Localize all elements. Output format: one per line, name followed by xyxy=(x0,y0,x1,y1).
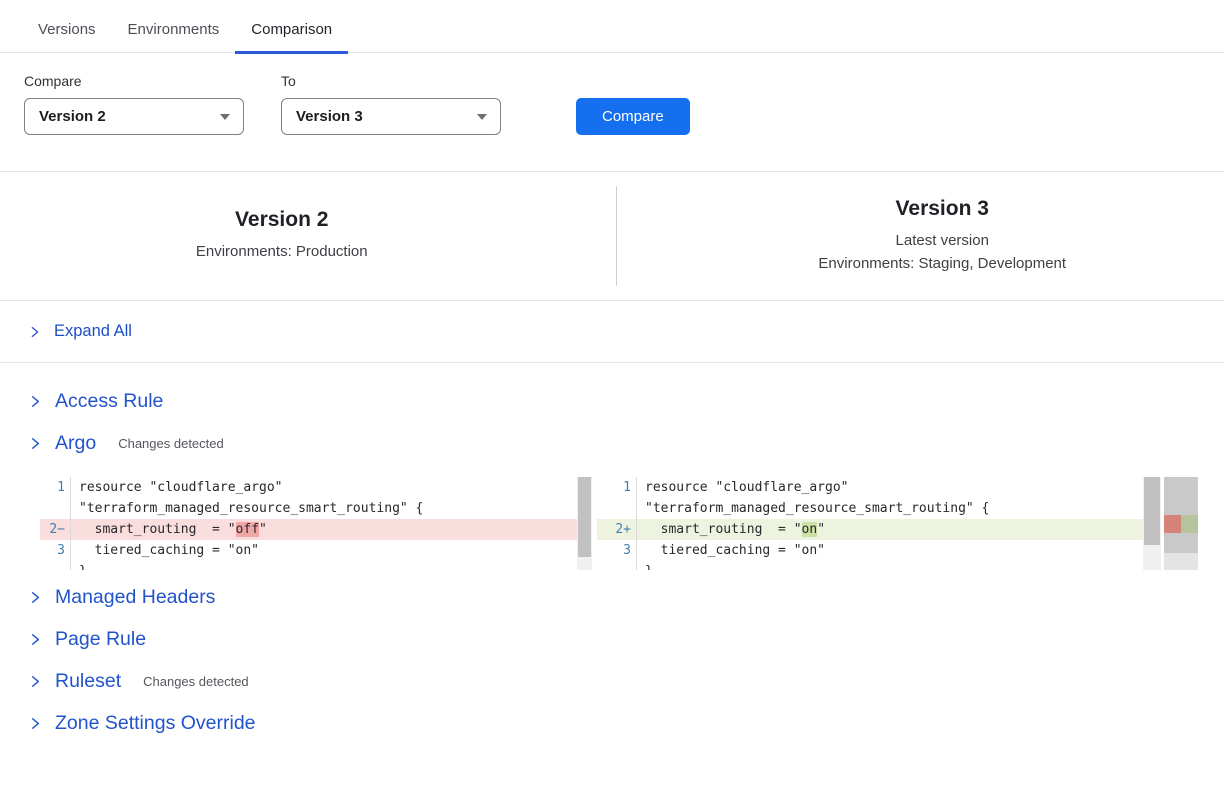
expand-all-button[interactable]: Expand All xyxy=(0,301,1224,363)
line-number: 1 xyxy=(40,477,71,498)
changes-detected-badge: Changes detected xyxy=(143,674,249,689)
diff-pane-left: 1 resource "cloudflare_argo" "terraform_… xyxy=(40,477,592,570)
line-number xyxy=(40,561,71,570)
tab-environments[interactable]: Environments xyxy=(112,21,236,54)
section-label: Managed Headers xyxy=(55,586,215,609)
code-line: } xyxy=(40,561,577,570)
tab-comparison[interactable]: Comparison xyxy=(235,21,348,54)
compare-to-value: Version 3 xyxy=(296,108,363,125)
diff-pane-right: 1 resource "cloudflare_argo" "terraform_… xyxy=(597,477,1161,570)
version-right-latest: Latest version xyxy=(661,229,1224,252)
scrollbar-track xyxy=(577,477,592,570)
version-left-title: Version 2 xyxy=(0,208,564,232)
chevron-right-icon xyxy=(28,674,43,689)
version-headers: Version 2 Environments: Production Versi… xyxy=(0,172,1224,300)
diff-overview-minimap[interactable] xyxy=(1164,477,1198,570)
chevron-right-icon xyxy=(28,632,43,647)
chevron-right-icon xyxy=(28,325,42,339)
compare-from-field: Compare Version 2 xyxy=(24,73,244,135)
code-line: "terraform_managed_resource_smart_routin… xyxy=(40,498,577,519)
section-argo[interactable]: Argo Changes detected xyxy=(28,431,1224,455)
section-zone-settings-override[interactable]: Zone Settings Override xyxy=(28,711,1224,735)
compare-from-select[interactable]: Version 2 xyxy=(24,98,244,135)
code-line: 3 tiered_caching = "on" xyxy=(40,540,577,561)
chevron-right-icon xyxy=(28,590,43,605)
tab-versions[interactable]: Versions xyxy=(22,21,112,54)
resource-sections: Access Rule Argo Changes detected 1 reso… xyxy=(0,389,1224,735)
code-line-removed: 2− smart_routing = "off" xyxy=(40,519,577,540)
line-number xyxy=(597,561,637,570)
line-number: 3 xyxy=(597,540,637,561)
section-label: Ruleset xyxy=(55,670,121,693)
section-label: Page Rule xyxy=(55,628,146,651)
version-right-header: Version 3 Latest version Environments: S… xyxy=(617,197,1224,276)
line-number xyxy=(597,498,637,519)
line-number: 2+ xyxy=(597,519,637,540)
line-number xyxy=(40,498,71,519)
line-number: 1 xyxy=(597,477,637,498)
argo-diff-viewer: 1 resource "cloudflare_argo" "terraform_… xyxy=(40,477,1224,570)
version-left-environments: Environments: Production xyxy=(0,240,564,263)
scrollbar-track xyxy=(1143,477,1161,570)
version-right-environments: Environments: Staging, Development xyxy=(661,252,1224,275)
expand-all-label: Expand All xyxy=(54,322,132,341)
section-label: Argo xyxy=(55,432,96,455)
chevron-down-icon xyxy=(220,114,230,120)
changes-detected-badge: Changes detected xyxy=(118,436,224,451)
chevron-right-icon xyxy=(28,716,43,731)
minimap-removed-marker xyxy=(1164,515,1181,533)
scrollbar-thumb[interactable] xyxy=(1144,477,1160,545)
code-line: "terraform_managed_resource_smart_routin… xyxy=(597,498,1143,519)
section-label: Access Rule xyxy=(55,390,163,413)
code-line: 1 resource "cloudflare_argo" xyxy=(40,477,577,498)
compare-button[interactable]: Compare xyxy=(576,98,690,135)
minimap-footer xyxy=(1164,553,1198,570)
version-left-header: Version 2 Environments: Production xyxy=(0,208,616,263)
section-managed-headers[interactable]: Managed Headers xyxy=(28,585,1224,609)
compare-from-label: Compare xyxy=(24,73,244,89)
chevron-down-icon xyxy=(477,114,487,120)
section-ruleset[interactable]: Ruleset Changes detected xyxy=(28,669,1224,693)
compare-form: Compare Version 2 To Version 3 Compare xyxy=(0,53,1224,135)
line-number: 3 xyxy=(40,540,71,561)
chevron-right-icon xyxy=(28,394,43,409)
compare-to-field: To Version 3 xyxy=(281,73,501,135)
version-right-title: Version 3 xyxy=(661,197,1224,221)
removed-word: off xyxy=(236,522,259,537)
compare-to-select[interactable]: Version 3 xyxy=(281,98,501,135)
scrollbar-thumb[interactable] xyxy=(578,477,591,557)
code-line: 1 resource "cloudflare_argo" xyxy=(597,477,1143,498)
compare-from-value: Version 2 xyxy=(39,108,106,125)
code-line: } xyxy=(597,561,1143,570)
added-word: on xyxy=(802,522,818,537)
code-line-added: 2+ smart_routing = "on" xyxy=(597,519,1143,540)
line-number: 2− xyxy=(40,519,71,540)
minimap-added-marker xyxy=(1181,515,1198,533)
tabs-bar: Versions Environments Comparison xyxy=(0,0,1224,53)
chevron-right-icon xyxy=(28,436,43,451)
section-label: Zone Settings Override xyxy=(55,712,256,735)
section-page-rule[interactable]: Page Rule xyxy=(28,627,1224,651)
code-line: 3 tiered_caching = "on" xyxy=(597,540,1143,561)
section-access-rule[interactable]: Access Rule xyxy=(28,389,1224,413)
compare-to-label: To xyxy=(281,73,501,89)
